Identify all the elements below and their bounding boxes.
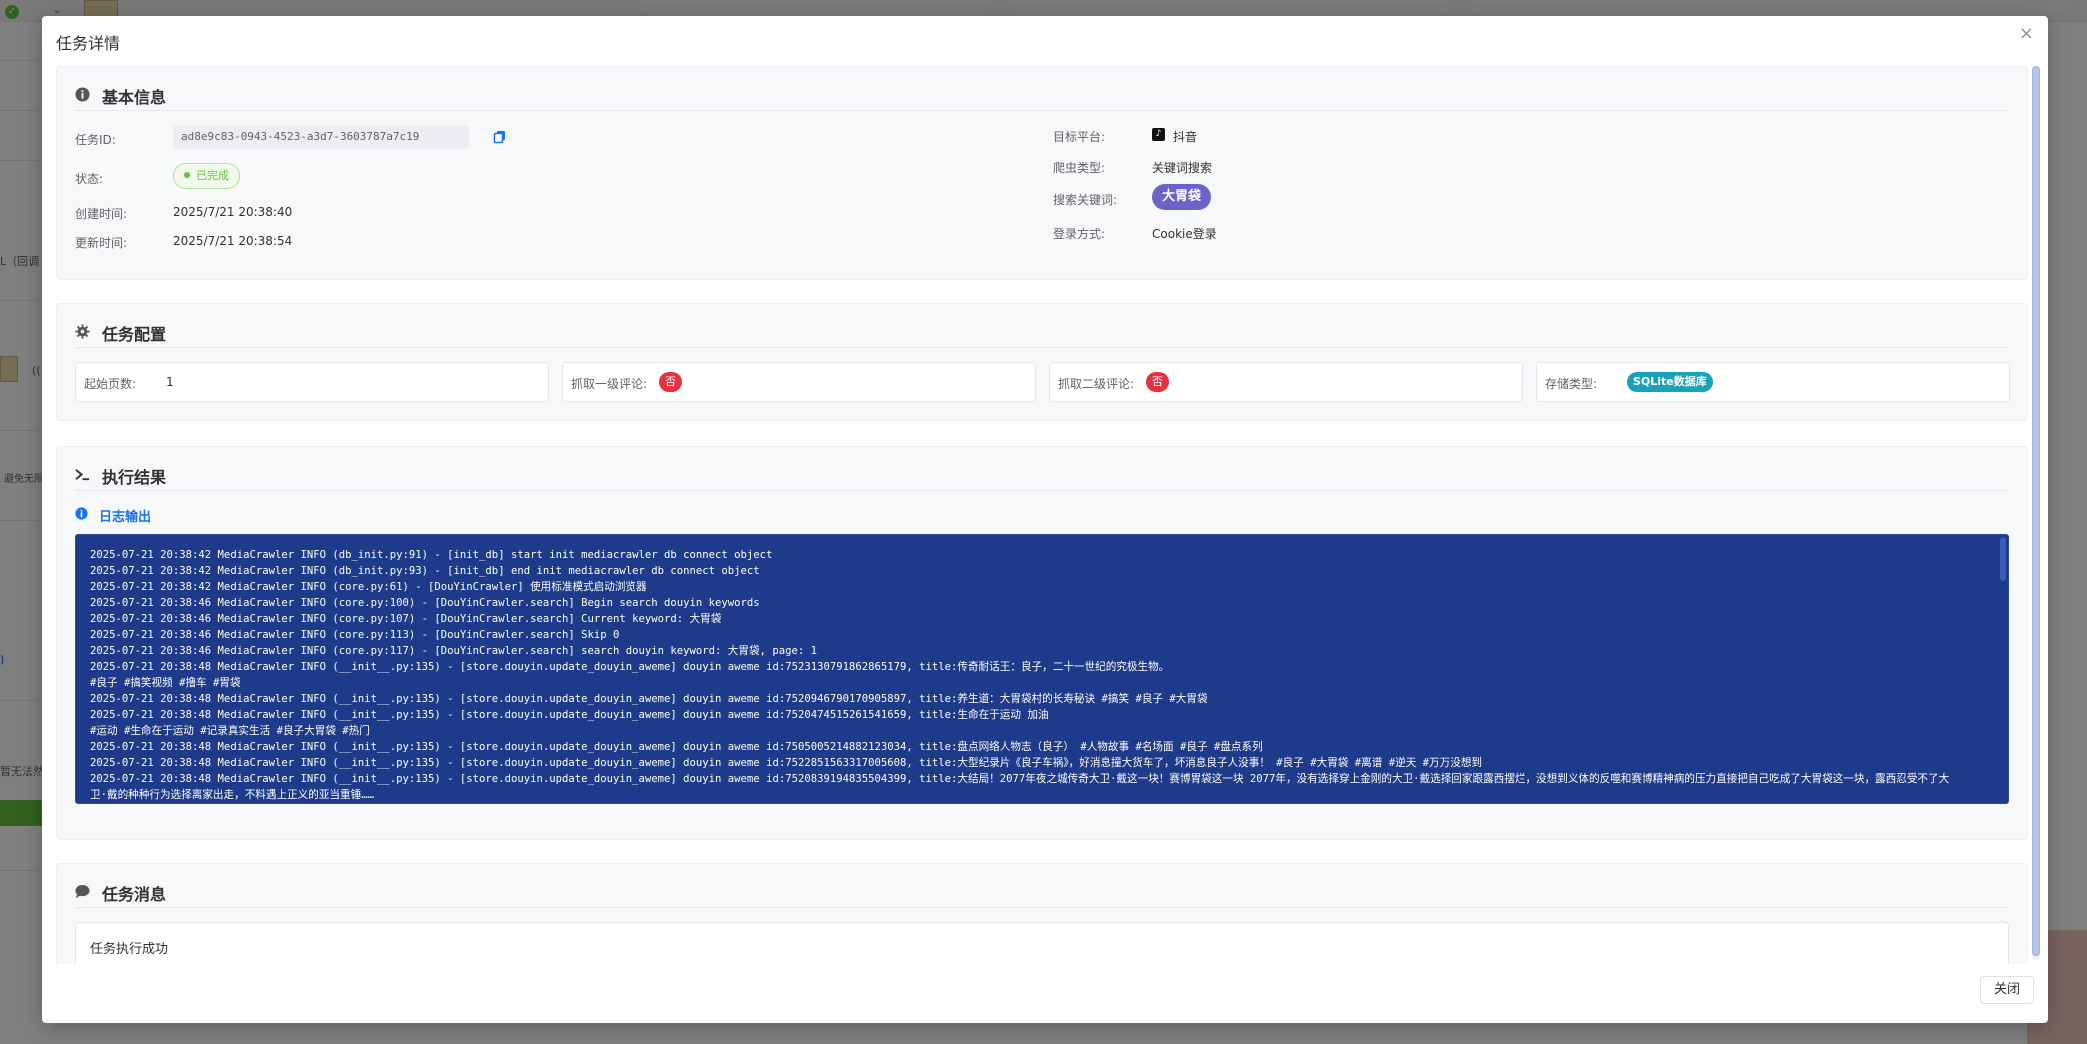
dialog-scrollbar-thumb[interactable]: [2032, 66, 2040, 956]
section-title: 执行结果: [102, 468, 167, 487]
copy-icon[interactable]: [493, 130, 507, 144]
message-section: 任务消息 任务执行成功: [56, 863, 2028, 964]
section-title: 任务消息: [102, 885, 167, 904]
log-line: 2025-07-21 20:38:48 MediaCrawler INFO (_…: [90, 757, 1483, 769]
login-method-label: 登录方式:: [1053, 227, 1106, 241]
log-line: 卫·戴的种种行为选择离家出走，不料遇上正义的亚当重锤……: [90, 789, 374, 801]
status-badge: 已完成: [173, 163, 240, 189]
section-header: 基本信息: [75, 81, 2009, 111]
gear-icon: [75, 324, 90, 339]
status-text: 已完成: [196, 169, 229, 182]
info-icon: [75, 87, 90, 102]
updated-time-value: 2025/7/21 20:38:54: [173, 234, 293, 248]
start-page-card: 起始页数: 1: [75, 362, 549, 402]
second-comment-card: 抓取二级评论: 否: [1049, 362, 1523, 402]
message-text: 任务执行成功: [90, 942, 169, 957]
first-comment-badge: 否: [659, 372, 682, 392]
keyword-label: 搜索关键词:: [1053, 193, 1118, 207]
storage-type-card: 存储类型: SQLite数据库: [1536, 362, 2010, 402]
log-line: 2025-07-21 20:38:46 MediaCrawler INFO (c…: [90, 613, 722, 625]
comment-icon: [75, 884, 90, 899]
close-icon[interactable]: ×: [2019, 24, 2034, 44]
status-label: 状态:: [75, 172, 104, 186]
log-line: 2025-07-21 20:38:48 MediaCrawler INFO (_…: [90, 741, 1263, 753]
log-line: 2025-07-21 20:38:48 MediaCrawler INFO (_…: [90, 709, 1049, 721]
created-time-label: 创建时间:: [75, 207, 128, 221]
second-comment-badge: 否: [1146, 372, 1169, 392]
terminal-icon: [75, 469, 90, 481]
result-section: 执行结果 日志输出 2025-07-21 20:38:42 MediaCrawl…: [56, 446, 2028, 840]
login-method-value: Cookie登录: [1152, 227, 1217, 241]
log-line: 2025-07-21 20:38:46 MediaCrawler INFO (c…: [90, 629, 620, 641]
message-box: 任务执行成功: [75, 922, 2009, 964]
second-comment-label: 抓取二级评论:: [1058, 377, 1135, 391]
created-time-value: 2025/7/21 20:38:40: [173, 205, 293, 219]
log-line: 2025-07-21 20:38:48 MediaCrawler INFO (_…: [90, 773, 1950, 785]
task-config-section: 任务配置 起始页数: 1 抓取一级评论: 否 抓取二级评论: 否 存储类型: S…: [56, 303, 2028, 421]
log-line: 2025-07-21 20:38:46 MediaCrawler INFO (c…: [90, 597, 760, 609]
storage-type-badge: SQLite数据库: [1627, 372, 1713, 392]
dialog-footer: 关闭: [42, 963, 2048, 1023]
log-line: 2025-07-21 20:38:42 MediaCrawler INFO (c…: [90, 581, 647, 593]
douyin-icon: ♪: [1152, 128, 1165, 141]
crawler-type-value: 关键词搜索: [1152, 161, 1213, 175]
platform-value: 抖音: [1173, 130, 1198, 144]
log-line: #良子 #搞笑视频 #撸车 #胃袋: [90, 677, 241, 689]
log-line: 2025-07-21 20:38:48 MediaCrawler INFO (_…: [90, 693, 1208, 705]
crawler-type-label: 爬虫类型:: [1053, 161, 1106, 175]
log-output-title: 日志输出: [99, 510, 152, 525]
log-line: #运动 #生命在于运动 #记录真实生活 #良子大胃袋 #热门: [90, 725, 370, 737]
task-id-value[interactable]: ad8e9c83-0943-4523-a3d7-3603787a7c19: [173, 125, 469, 149]
section-title: 任务配置: [102, 325, 167, 344]
dialog-header: 任务详情 ×: [42, 16, 2048, 66]
start-page-label: 起始页数:: [84, 377, 137, 391]
dialog-title: 任务详情: [56, 34, 121, 53]
keyword-tag: 大胃袋: [1152, 184, 1212, 210]
info-icon: [75, 507, 88, 520]
section-header: 执行结果: [75, 461, 2009, 491]
platform-label: 目标平台:: [1053, 130, 1106, 144]
dialog-body: 基本信息 任务ID: ad8e9c83-0943-4523-a3d7-36037…: [56, 66, 2028, 964]
status-dot-icon: [184, 172, 190, 178]
start-page-value: 1: [166, 375, 174, 389]
log-line: 2025-07-21 20:38:42 MediaCrawler INFO (d…: [90, 565, 760, 577]
first-comment-card: 抓取一级评论: 否: [562, 362, 1036, 402]
first-comment-label: 抓取一级评论:: [571, 377, 648, 391]
section-header: 任务配置: [75, 318, 2009, 348]
task-detail-dialog: 任务详情 × 基本信息 任务ID: ad8e9c83-0943-4523-a3d…: [42, 16, 2048, 1023]
task-id-label: 任务ID:: [75, 133, 116, 147]
log-output[interactable]: 2025-07-21 20:38:42 MediaCrawler INFO (d…: [75, 534, 2009, 804]
log-scrollbar[interactable]: [2000, 537, 2006, 581]
basic-info-section: 基本信息 任务ID: ad8e9c83-0943-4523-a3d7-36037…: [56, 66, 2028, 280]
log-line: 2025-07-21 20:38:46 MediaCrawler INFO (c…: [90, 645, 817, 657]
updated-time-label: 更新时间:: [75, 236, 128, 250]
close-button[interactable]: 关闭: [1980, 976, 2034, 1004]
storage-type-label: 存储类型:: [1545, 377, 1598, 391]
log-line: 2025-07-21 20:38:48 MediaCrawler INFO (_…: [90, 661, 1170, 673]
section-title: 基本信息: [102, 88, 167, 107]
log-line: 2025-07-21 20:38:42 MediaCrawler INFO (d…: [90, 549, 773, 561]
section-header: 任务消息: [75, 878, 2009, 908]
